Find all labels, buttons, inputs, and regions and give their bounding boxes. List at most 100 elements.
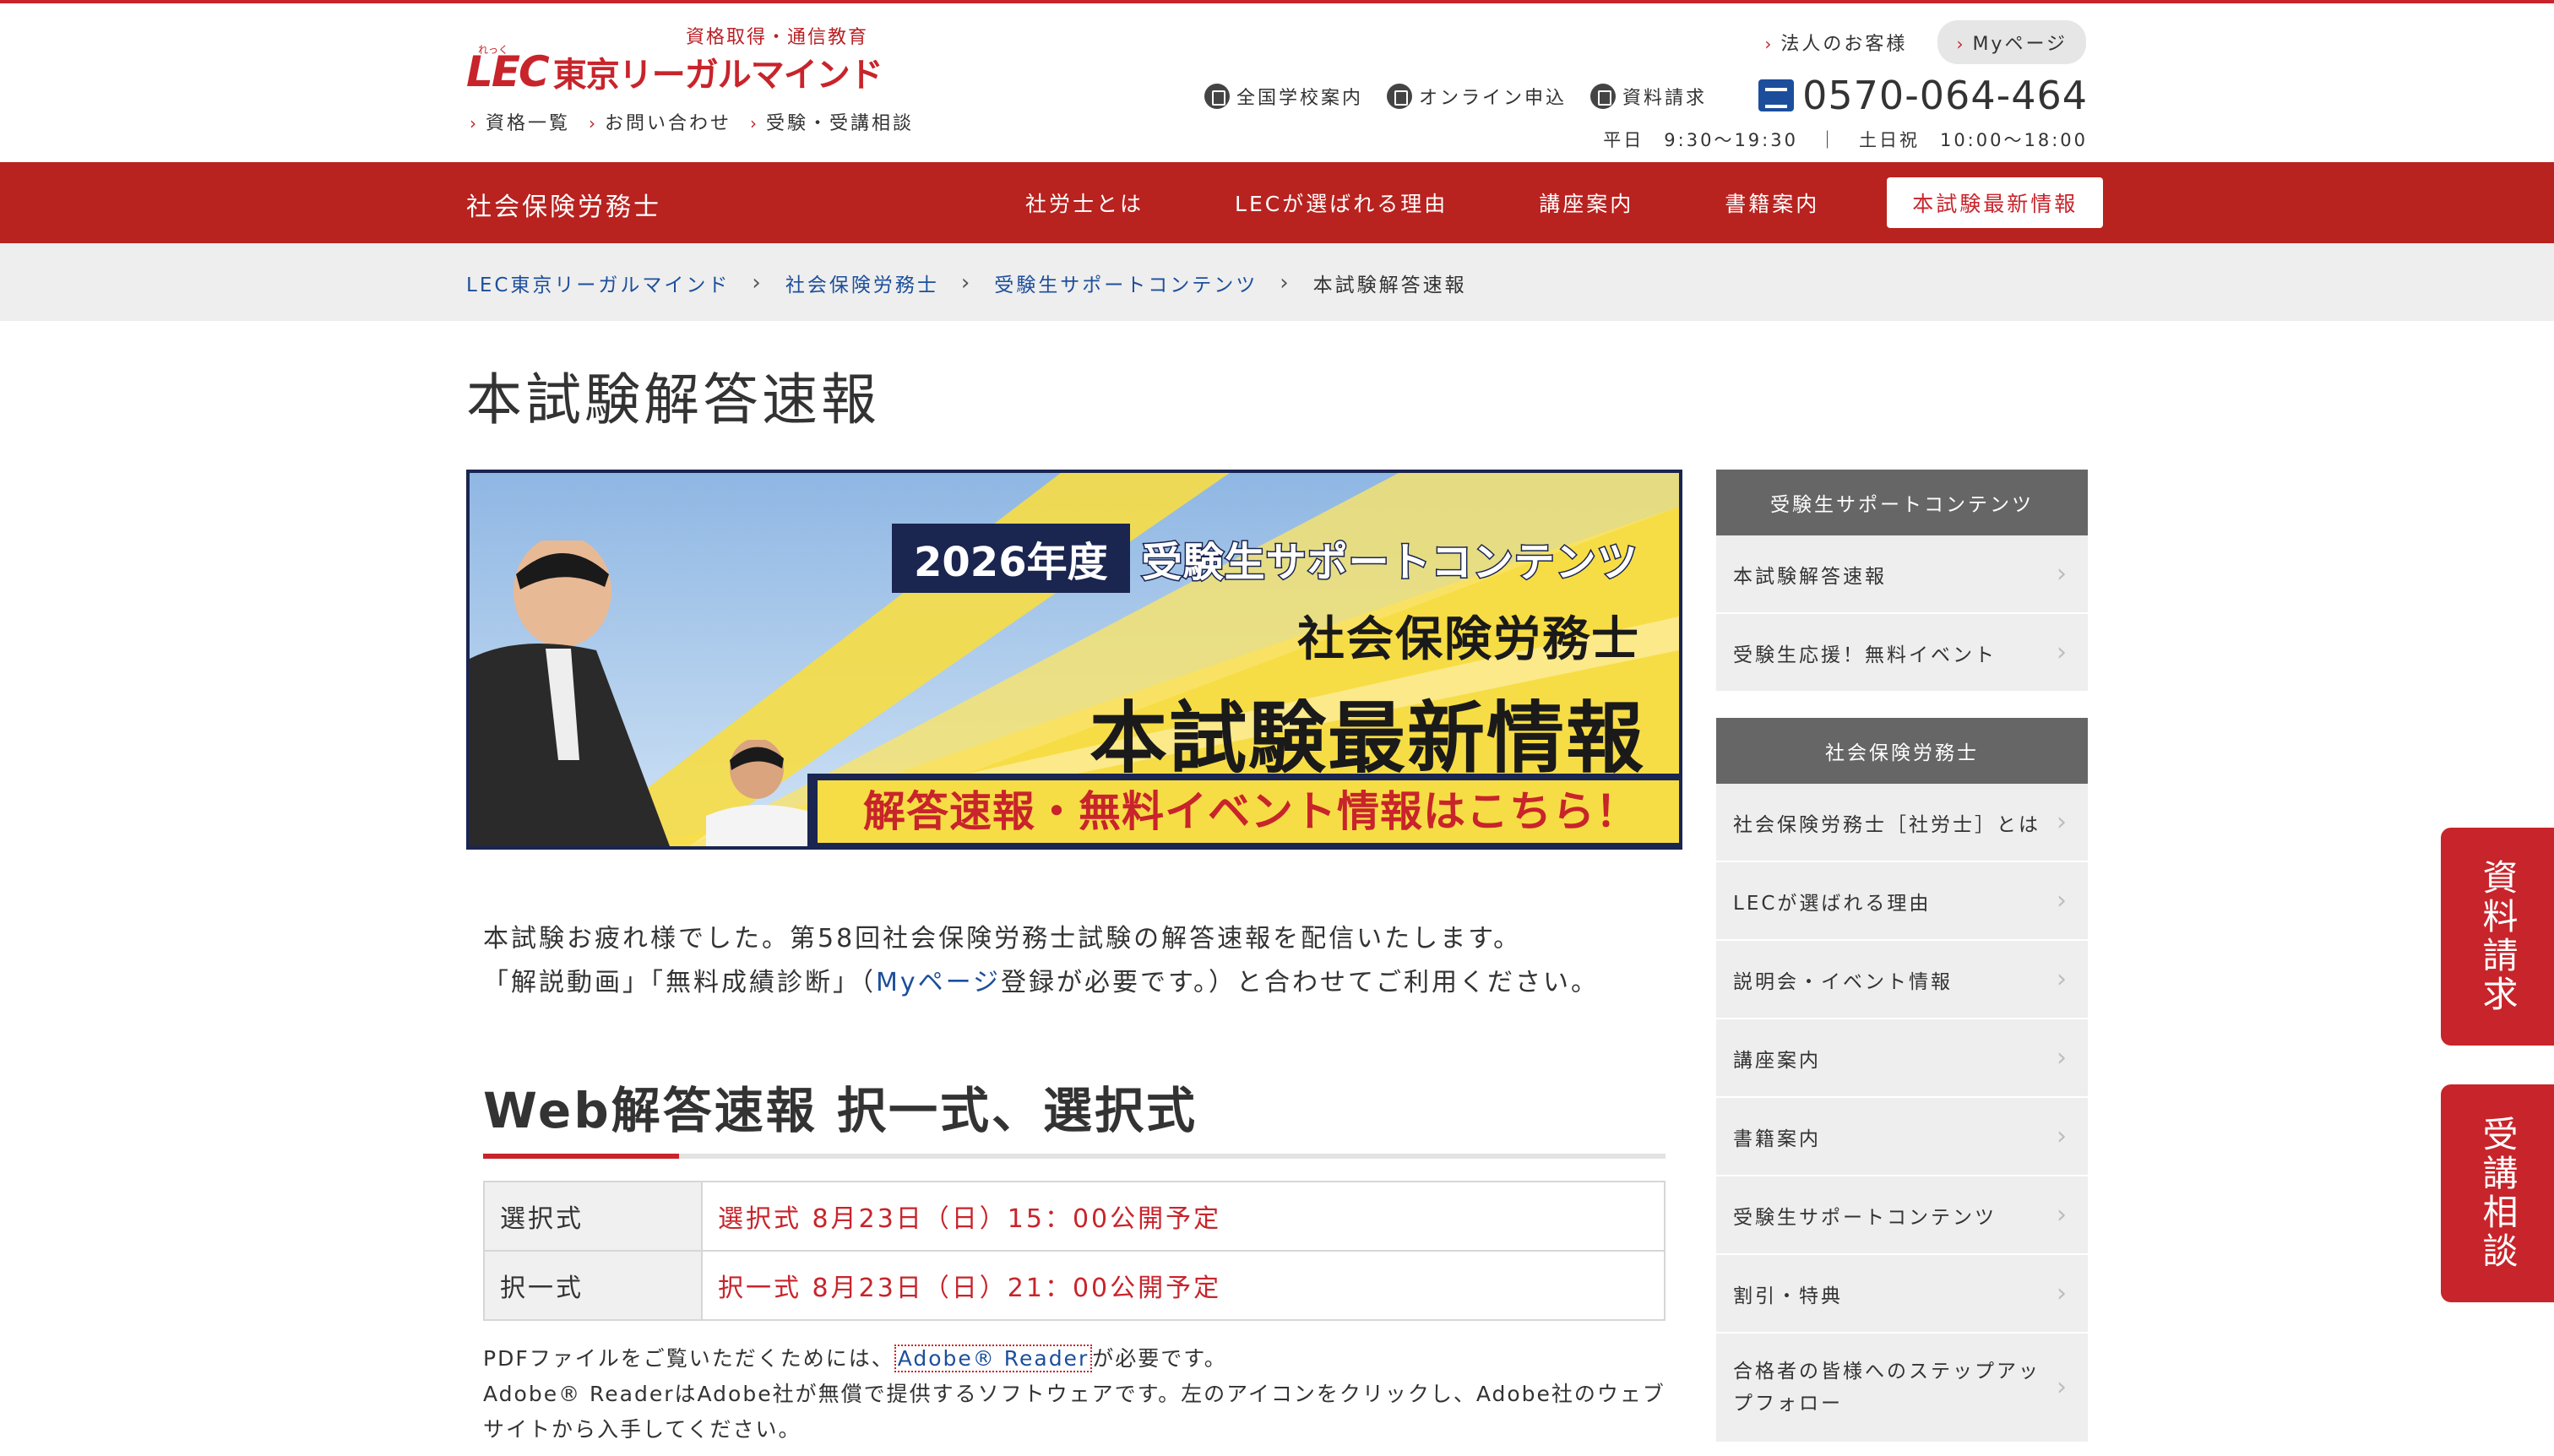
answer-schedule-table: 選択式 選択式 8月23日（日）15：00公開予定 択一式 択一式 8月23日（… (483, 1181, 1666, 1321)
chevron-right-icon: › (2057, 559, 2069, 589)
row-value: 選択式 8月23日（日）15：00公開予定 (701, 1181, 1666, 1252)
pdf-note: PDFファイルをご覧いただくためには、 Adobe® Reader が必要です。 A… (483, 1341, 1682, 1448)
sidebar-heading: 受験生サポートコンテンツ (1716, 470, 2088, 535)
chevron-right-icon: › (470, 113, 479, 133)
section-title: Web解答速報 択一式、選択式 (483, 1082, 1198, 1139)
banner-title-pill: 2026年度 受験生サポートコンテンツ (892, 524, 1638, 593)
banner-year: 2026年度 (892, 524, 1130, 593)
site-header: 資格取得・通信教育 れっく LEC 東京リーガルマインド › 資格一覧 › お問い合… (0, 3, 2554, 162)
nav-latest-info[interactable]: 本試験最新情報 (1887, 177, 2104, 228)
sidebar-item-about[interactable]: 社会保険労務士［社労士］とは › (1716, 784, 2088, 862)
sidebar-category-box: 社会保険労務士 社会保険労務士［社労士］とは › LECが選ばれる理由 › 説明会・… (1716, 718, 2088, 1443)
chevron-right-icon: › (1956, 34, 1966, 54)
link-school-guide[interactable]: 全国学校案内 (1204, 83, 1363, 110)
row-label: 択一式 (483, 1250, 703, 1321)
mypage-link[interactable]: Myページ (876, 968, 1001, 997)
header-utility-links: 全国学校案内 オンライン申込 資料請求 (1204, 83, 1707, 110)
banner-strip-text: 解答速報・無料イベント情報はこちら！ (818, 780, 1679, 843)
table-row: 選択式 選択式 8月23日（日）15：00公開予定 (483, 1181, 1666, 1252)
banner-subtitle: 社会保険労務士 (1297, 612, 1640, 667)
link-online-apply[interactable]: オンライン申込 (1387, 83, 1567, 110)
mypage-button[interactable]: › Myページ (1937, 20, 2086, 64)
chevron-right-icon: › (2057, 1279, 2069, 1308)
sidebar-item-why-lec[interactable]: LECが選ばれる理由 › (1716, 862, 2088, 941)
row-value: 択一式 8月23日（日）21：00公開予定 (701, 1250, 1666, 1321)
student-photo (470, 541, 670, 846)
intro-line-1: 本試験お疲れ様でした。第58回社会保険労務士試験の解答速報を配信いたします。 (483, 924, 1522, 953)
chevron-right-icon: › (1764, 34, 1774, 54)
link-corporate[interactable]: › 法人のお客様 (1764, 29, 1907, 56)
chevron-right-icon: › (1280, 270, 1291, 296)
float-request-label: 資料請求 (2477, 859, 2519, 1014)
breadcrumb-support[interactable]: 受験生サポートコンテンツ (994, 269, 1258, 297)
chevron-right-icon: › (2057, 1122, 2069, 1151)
breadcrumb-current: 本試験解答速報 (1312, 274, 1467, 296)
chevron-right-icon: › (2057, 1372, 2069, 1402)
intro-line-2: 「解説動画」「無料成績診断」（Myページ登録が必要です。）と合わせてご利用くださ… (483, 968, 1600, 997)
banner-headline: 本試験最新情報 (1089, 693, 1645, 784)
category-nav: 社会保険労務士 社労士とは LECが選ばれる理由 講座案内 書籍案内 本試験最新… (0, 162, 2554, 243)
chevron-right-icon: › (589, 113, 599, 133)
logo-mark: LEC (466, 47, 550, 96)
breadcrumb: LEC東京リーガルマインド › 社会保険労務士 › 受験生サポートコンテンツ ›… (0, 243, 2554, 321)
nav-books[interactable]: 書籍案内 (1679, 187, 1865, 218)
sidebar-item-seminars[interactable]: 説明会・イベント情報 › (1716, 941, 2088, 1019)
logo-tagline: 資格取得・通信教育 (686, 27, 869, 48)
sidebar-heading: 社会保険労務士 (1716, 718, 2088, 784)
student-photo-2 (706, 740, 824, 846)
phone-number[interactable]: 0570-064-464 (1758, 73, 2088, 118)
link-consultation[interactable]: › 受験・受講相談 (750, 108, 914, 135)
pdf-note-line-1: PDFファイルをご覧いただくためには、 Adobe® Reader が必要です。 (483, 1345, 1227, 1372)
sidebar-item-courses[interactable]: 講座案内 › (1716, 1019, 2088, 1098)
business-hours: 平日 9:30〜19:30 ｜ 土日祝 10:00〜18:00 (1603, 130, 2088, 150)
phone-icon (1758, 79, 1795, 111)
chevron-right-icon: › (750, 113, 760, 133)
table-row: 択一式 択一式 8月23日（日）21：00公開予定 (483, 1250, 1666, 1321)
sidebar-item-books[interactable]: 書籍案内 › (1716, 1098, 2088, 1176)
sidebar-item-discounts[interactable]: 割引・特典 › (1716, 1255, 2088, 1334)
category-nav-items: 社労士とは LECが選ばれる理由 講座案内 書籍案内 本試験最新情報 (980, 162, 2104, 243)
header-sublinks: › 資格一覧 › お問い合わせ › 受験・受講相談 (470, 108, 914, 135)
pdf-note-line-2: Adobe® ReaderはAdobe社が無償で提供するソフトウェアです。左のア… (483, 1382, 1666, 1442)
float-request-docs-button[interactable]: 資料請求 (2441, 828, 2554, 1046)
section-divider (483, 1154, 1666, 1159)
chevron-right-icon: › (752, 270, 763, 296)
page-title: 本試験解答速報 (466, 367, 880, 432)
logo-ruby: れっく (478, 44, 509, 56)
chevron-right-icon: › (2057, 1043, 2069, 1073)
chevron-right-icon: › (960, 270, 973, 296)
sidebar-support-box: 受験生サポートコンテンツ 本試験解答速報 › 受験生応援！無料イベント › (1716, 470, 2088, 693)
support-banner[interactable]: 2026年度 受験生サポートコンテンツ 社会保険労務士 本試験最新情報 解答速報… (466, 470, 1682, 850)
breadcrumb-home[interactable]: LEC東京リーガルマインド (466, 269, 730, 297)
sidebar-item-support[interactable]: 受験生サポートコンテンツ › (1716, 1176, 2088, 1255)
row-label: 選択式 (483, 1181, 703, 1252)
sidebar-item-free-events[interactable]: 受験生応援！無料イベント › (1716, 614, 2088, 693)
chevron-right-icon: › (2057, 886, 2069, 915)
banner-strip: 解答速報・無料イベント情報はこちら！ (807, 774, 1679, 846)
chevron-right-icon: › (2057, 1200, 2069, 1230)
chevron-right-icon: › (2057, 638, 2069, 667)
category-title[interactable]: 社会保険労務士 (466, 186, 661, 223)
lec-logo[interactable]: れっく LEC 東京リーガルマインド (466, 44, 883, 96)
float-consult-label: 受講相談 (2477, 1116, 2519, 1271)
chevron-right-icon: › (2057, 807, 2069, 837)
document-icon (1590, 84, 1617, 109)
link-qualification-list[interactable]: › 資格一覧 (470, 108, 570, 135)
nav-why-lec[interactable]: LECが選ばれる理由 (1189, 187, 1493, 218)
building-icon (1204, 84, 1230, 109)
breadcrumb-category[interactable]: 社会保険労務士 (785, 269, 939, 297)
nav-courses[interactable]: 講座案内 (1493, 187, 1679, 218)
link-contact[interactable]: › お問い合わせ (589, 108, 731, 135)
nav-about[interactable]: 社労士とは (980, 187, 1189, 218)
sidebar-item-stepup[interactable]: 合格者の皆様へのステップアップフォロー › (1716, 1334, 2088, 1443)
adobe-reader-link[interactable]: Adobe® Reader (894, 1345, 1093, 1372)
intro-text: 本試験お疲れ様でした。第58回社会保険労務士試験の解答速報を配信いたします。 「… (483, 917, 1682, 1005)
chevron-right-icon: › (2057, 964, 2069, 994)
sidebar-item-answer-report[interactable]: 本試験解答速報 › (1716, 535, 2088, 614)
float-consult-button[interactable]: 受講相談 (2441, 1084, 2554, 1302)
logo-name: 東京リーガルマインド (552, 56, 883, 95)
header-top-links: › 法人のお客様 › Myページ (1764, 20, 2086, 64)
banner-label: 受験生サポートコンテンツ (1140, 538, 1638, 588)
link-request-docs[interactable]: 資料請求 (1590, 83, 1707, 110)
cart-icon (1387, 84, 1413, 109)
